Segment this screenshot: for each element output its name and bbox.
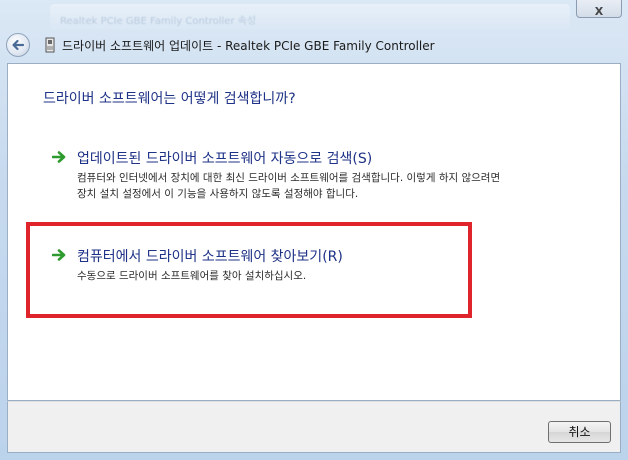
page-heading: 드라이버 소프트웨어는 어떻게 검색합니까? (43, 91, 296, 107)
button-bar: 취소 (7, 401, 621, 453)
cancel-button[interactable]: 취소 (548, 421, 611, 443)
back-button[interactable] (6, 33, 30, 57)
green-arrow-icon (52, 151, 66, 163)
close-button[interactable]: X (576, 0, 622, 18)
option-title: 업데이트된 드라이버 소프트웨어 자동으로 검색(S) (77, 151, 373, 167)
title-bar: 드라이버 소프트웨어 업데이트 - Realtek PCIe GBE Famil… (0, 30, 628, 62)
option-description: 컴퓨터와 인터넷에서 장치에 대한 최신 드라이버 소프트웨어를 검색합니다. … (77, 172, 501, 200)
background-window-title: Realtek PCIe GBE Family Controller 속성 (60, 16, 257, 26)
window-title: 드라이버 소프트웨어 업데이트 - Realtek PCIe GBE Famil… (62, 39, 435, 53)
back-arrow-icon (12, 39, 25, 51)
close-icon: X (594, 5, 604, 18)
red-highlight-box (26, 222, 472, 318)
network-card-icon (45, 37, 55, 53)
window-frame: Realtek PCIe GBE Family Controller 속성 X … (0, 0, 628, 460)
